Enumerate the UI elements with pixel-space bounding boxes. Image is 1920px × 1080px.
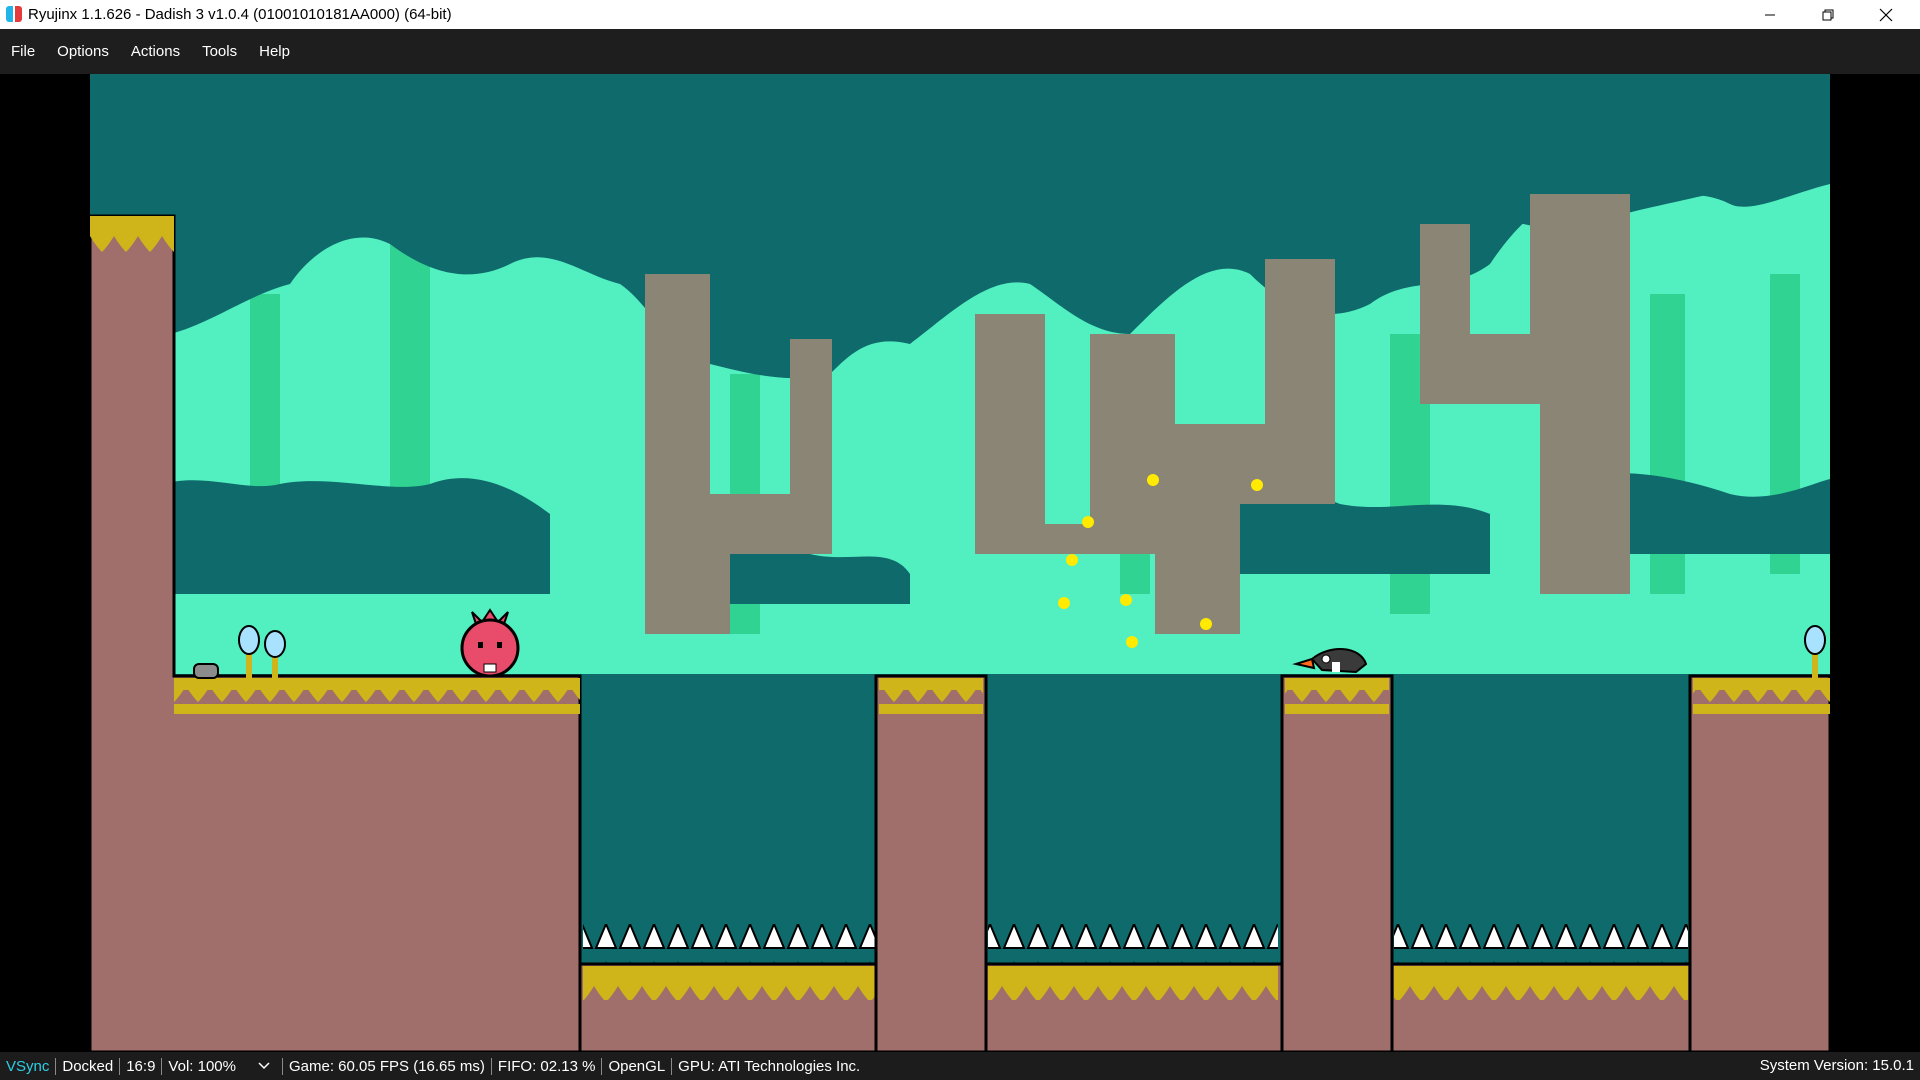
chevron-down-icon [258,1062,270,1070]
menu-tools[interactable]: Tools [202,43,237,60]
menu-actions[interactable]: Actions [131,43,180,60]
menu-help[interactable]: Help [259,43,290,60]
right-cliff-terrain [1688,674,1830,1052]
rock [193,663,219,679]
spike-pit [1390,924,1692,1052]
game-viewport[interactable] [0,74,1920,1052]
coin-icon [1058,597,1070,609]
restore-icon [1822,9,1834,20]
spike-pit [578,924,880,1052]
coin-icon [1200,618,1212,630]
graphics-backend-status: OpenGL [608,1057,666,1075]
menu-options[interactable]: Options [57,43,109,60]
volume-dropdown[interactable] [242,1062,282,1070]
volume-status[interactable]: Vol: 100% [162,1058,242,1075]
game-render-canvas[interactable] [90,74,1830,1052]
coin-icon [1251,479,1263,491]
aspect-ratio-toggle[interactable]: 16:9 [120,1058,161,1075]
coin-icon [1082,516,1094,528]
restore-button[interactable] [1799,0,1857,29]
status-bar: VSync Docked 16:9 Vol: 100% Game: 60.05 … [0,1052,1920,1080]
close-button[interactable] [1857,0,1915,29]
game-fps-status: Game: 60.05 FPS (16.65 ms) [288,1057,485,1075]
docked-toggle[interactable]: Docked [56,1058,119,1075]
menu-bar: File Options Actions Tools Help [0,29,1920,74]
title-bar: Ryujinx 1.1.626 - Dadish 3 v1.0.4 (01001… [0,0,1920,29]
menu-file[interactable]: File [11,43,35,60]
coin-icon [1147,474,1159,486]
vsync-toggle[interactable]: VSync [0,1058,55,1075]
ryujinx-logo-icon [6,6,22,22]
minimize-icon [1765,14,1775,15]
coin-icon [1120,594,1132,606]
coin-icon [1066,554,1078,566]
pillar-platform [874,674,988,1052]
coin-icon [1126,636,1138,648]
system-version-status: System Version: 15.0.1 [1759,1057,1914,1074]
close-icon [1879,8,1893,21]
fifo-status: FIFO: 02.13 % [497,1057,596,1075]
gpu-status: GPU: ATI Technologies Inc. [678,1057,861,1075]
minimize-button[interactable] [1741,0,1799,29]
pillar-platform [1280,674,1394,1052]
window-title: Ryujinx 1.1.626 - Dadish 3 v1.0.4 (01001… [28,6,452,23]
spike-pit [984,924,1284,1052]
